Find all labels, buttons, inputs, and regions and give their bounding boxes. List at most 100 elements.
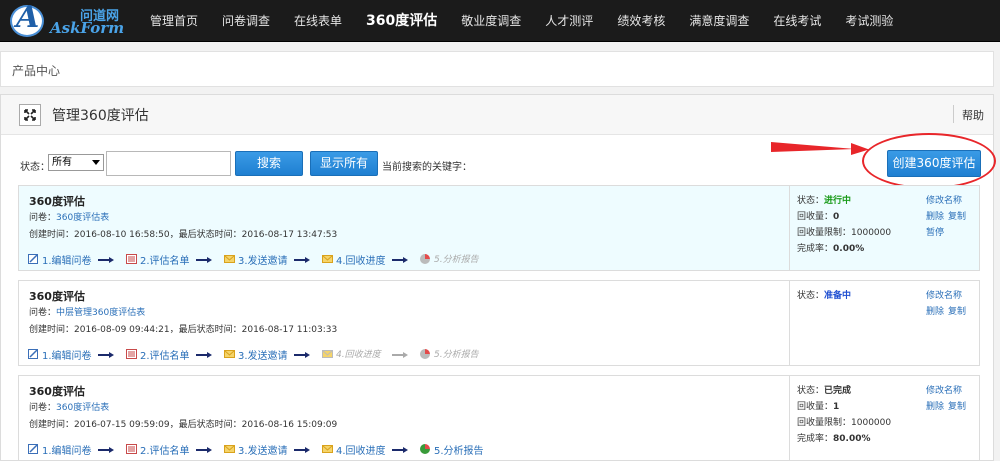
record-card: 360度评估 问卷：360度评估表 创建时间：2016-07-15 09:59:09…: [18, 375, 980, 461]
nav-item-1[interactable]: 管理首页: [138, 0, 210, 42]
record-title: 360度评估: [29, 385, 85, 398]
created-time: 2016-07-15 09:59:09: [74, 420, 170, 430]
help-divider: [953, 105, 954, 123]
step-label: 4.回收进度: [336, 350, 381, 360]
last-status-label: ，最后状态时间：: [169, 230, 242, 240]
created-label: 创建时间：: [29, 325, 75, 335]
brand-logo[interactable]: A 问道网 AskForm: [10, 0, 128, 39]
mail-icon: [224, 445, 235, 453]
last-status-label: ，最后状态时间：: [169, 420, 242, 430]
recovered-count-label: 回收量：: [797, 212, 834, 222]
recovery-limit-label: 回收量限制：: [797, 418, 852, 428]
arrow-right-icon: [392, 257, 408, 263]
status-label: 状态：: [797, 196, 825, 206]
copy-link[interactable]: 复制: [948, 209, 966, 222]
mail-icon: [224, 350, 235, 358]
record-status-panel: 状态：已完成 回收量：1 回收量限制：1000000 完成率：80.00% 修改名称 删除…: [789, 376, 979, 460]
list-icon: [126, 349, 137, 359]
nav-item-3[interactable]: 在线表单: [282, 0, 354, 42]
status-label: 状态：: [797, 291, 825, 301]
list-icon: [126, 254, 137, 264]
annotation-circle: [862, 133, 996, 189]
top-nav-bar: A 问道网 AskForm 管理首页 问卷调查 在线表单 360度评估 敬业度调查 人才测…: [0, 0, 1000, 42]
arrow-right-icon: [98, 257, 114, 263]
arrow-right-icon: [98, 352, 114, 358]
questionnaire-link[interactable]: 中层管理360度评估表: [56, 308, 145, 318]
step-label: 3.发送邀请: [238, 256, 288, 267]
copy-link[interactable]: 复制: [948, 304, 966, 317]
pause-link[interactable]: 暂停: [926, 225, 944, 238]
help-link[interactable]: 帮助: [962, 107, 984, 123]
questionnaire-link[interactable]: 360度评估表: [56, 213, 109, 223]
questionnaire-link[interactable]: 360度评估表: [56, 403, 109, 413]
panel-header: 管理360度评估 帮助: [1, 95, 993, 135]
completion-rate-value: 0.00%: [833, 244, 865, 254]
status-badge: 进行中: [824, 196, 852, 206]
nav-item-8[interactable]: 满意度调查: [677, 0, 761, 42]
completion-rate-line: 完成率：80.00%: [797, 431, 871, 444]
recovery-limit-line: 回收量限制：1000000: [797, 415, 891, 428]
delete-link[interactable]: 删除: [926, 209, 944, 222]
search-input[interactable]: [106, 151, 231, 176]
delete-link[interactable]: 删除: [926, 399, 944, 412]
record-status-panel: 状态：进行中回收量：0 回收量限制：1000000 完成率：0.00% 修改名称删除复…: [789, 186, 979, 270]
nav-item-6[interactable]: 人才测评: [533, 0, 605, 42]
questionnaire-label: 问卷：: [29, 308, 57, 318]
record-main: 360度评估 问卷：360度评估表 创建时间：2016-08-10 16:58:50…: [19, 186, 789, 270]
mail-icon: [322, 445, 333, 453]
edit-icon: [28, 444, 38, 454]
copy-link[interactable]: 复制: [948, 399, 966, 412]
record-title: 360度评估: [29, 195, 85, 208]
chart-icon: [420, 349, 430, 359]
nav-item-2[interactable]: 问卷调查: [210, 0, 282, 42]
arrow-right-icon: [196, 257, 212, 263]
rename-link[interactable]: 修改名称: [926, 383, 962, 396]
recovery-limit-value: 1000000: [851, 418, 892, 428]
record-main: 360度评估 问卷：360度评估表 创建时间：2016-07-15 09:59:09…: [19, 376, 789, 460]
recovered-count-line: 回收量：0: [797, 209, 839, 222]
breadcrumb: 产品中心: [0, 51, 994, 87]
last-status-time: 2016-08-16 15:09:09: [241, 420, 338, 430]
rename-link[interactable]: 修改名称: [926, 193, 962, 206]
logo-en-text: AskForm: [50, 19, 125, 37]
mail-icon: [224, 255, 235, 263]
nav-item-9[interactable]: 在线考试: [761, 0, 833, 42]
step-label: 4.回收进度: [336, 256, 386, 267]
rename-link[interactable]: 修改名称: [926, 288, 962, 301]
step-label: 2.评估名单: [140, 256, 190, 267]
record-timestamps: 创建时间：2016-07-15 09:59:09，最后状态时间：2016-08-…: [29, 417, 337, 430]
step-label: 5.分析报告: [434, 255, 479, 265]
recovered-count-value: 1: [833, 402, 840, 412]
chart-icon: [420, 254, 430, 264]
completion-rate-label: 完成率：: [797, 244, 834, 254]
step-label: 1.编辑问卷: [42, 256, 92, 267]
breadcrumb-label: 产品中心: [12, 64, 61, 78]
recovery-limit-label: 回收量限制：: [797, 228, 852, 238]
nav-item-10[interactable]: 考试测验: [833, 0, 905, 42]
step-label: 4.回收进度: [336, 446, 386, 457]
record-card: 360度评估 问卷：360度评估表 创建时间：2016-08-10 16:58:50…: [18, 185, 980, 271]
manage-panel: 管理360度评估 帮助 状态： 所有 搜索 显示所有 当前搜索的关键字： 创建3…: [0, 94, 996, 461]
status-line: 状态：准备中: [797, 288, 851, 301]
show-all-button[interactable]: 显示所有: [310, 151, 378, 176]
status-filter-label: 状态：: [20, 162, 50, 173]
nav-item-4[interactable]: 360度评估: [354, 0, 449, 42]
expand-button[interactable]: [19, 104, 41, 126]
status-label: 状态：: [797, 386, 825, 396]
record-status-panel: 状态：准备中 修改名称删除 复制: [789, 281, 979, 365]
search-button[interactable]: 搜索: [235, 151, 303, 176]
recovery-limit-value: 1000000: [851, 228, 892, 238]
delete-link[interactable]: 删除: [926, 304, 944, 317]
chart-icon: [420, 444, 430, 454]
status-badge: 准备中: [824, 291, 852, 301]
nav-item-5[interactable]: 敬业度调查: [449, 0, 533, 42]
record-questionnaire: 问卷：中层管理360度评估表: [29, 305, 145, 318]
created-label: 创建时间：: [29, 420, 75, 430]
completion-rate-line: 完成率：0.00%: [797, 241, 864, 254]
nav-item-7[interactable]: 绩效考核: [605, 0, 677, 42]
step-label: 3.发送邀请: [238, 446, 288, 457]
status-select[interactable]: 所有: [48, 154, 104, 171]
last-status-time: 2016-08-17 11:03:33: [241, 325, 338, 335]
step-label: 3.发送邀请: [238, 351, 288, 362]
recovery-limit-line: 回收量限制：1000000: [797, 225, 891, 238]
